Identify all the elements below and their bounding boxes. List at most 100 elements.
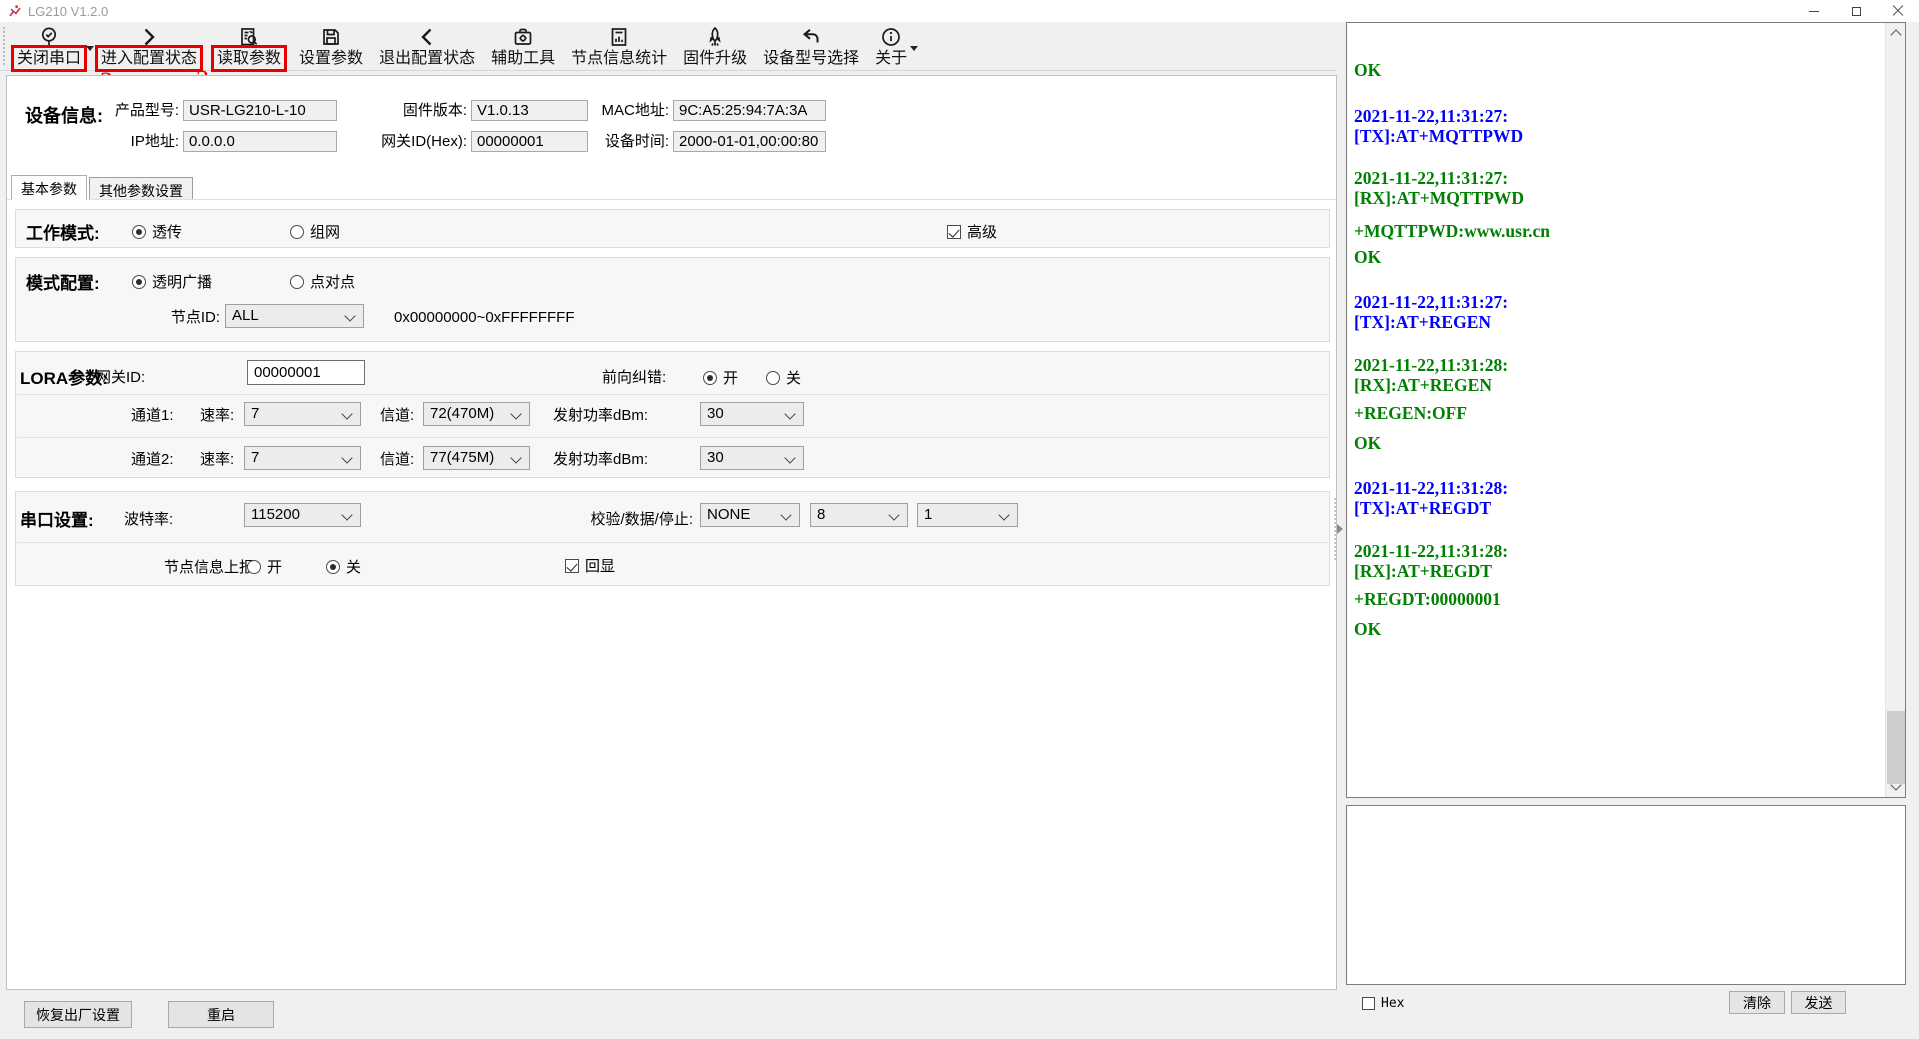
- toolbar-grip[interactable]: [3, 27, 6, 65]
- radio-circle-icon: [766, 371, 780, 385]
- radio-transparent[interactable]: 透传: [132, 221, 182, 242]
- log-scrollbar[interactable]: [1885, 23, 1905, 797]
- toolbar-button-chevron-right[interactable]: 进入配置状态: [91, 22, 207, 69]
- maximize-icon: [1852, 7, 1861, 16]
- toolbar-button-chevron-left[interactable]: 退出配置状态: [371, 22, 483, 68]
- data-bits-select[interactable]: 8: [810, 503, 908, 527]
- channel2-label: 通道2:: [131, 450, 174, 470]
- info-icon: [880, 25, 902, 48]
- hex-checkbox[interactable]: Hex: [1362, 996, 1404, 1011]
- close-button[interactable]: [1877, 0, 1919, 22]
- fec-label: 前向纠错:: [602, 368, 666, 388]
- log-entry: 2021-11-22,11:31:27:[RX]:AT+MQTTPWD: [1354, 168, 1880, 208]
- toolbar-button-label: 设备型号选择: [763, 49, 859, 68]
- parity-data-stop-label: 校验/数据/停止:: [553, 510, 693, 530]
- save-icon: [320, 25, 342, 48]
- stop-bits-select[interactable]: 1: [917, 503, 1018, 527]
- log-line: 2021-11-22,11:31:27:: [1354, 292, 1880, 312]
- log-line: [RX]:AT+REGDT: [1354, 561, 1880, 581]
- echo-checkbox[interactable]: 回显: [565, 555, 615, 576]
- log-output[interactable]: OK2021-11-22,11:31:27:[TX]:AT+MQTTPWD202…: [1347, 23, 1884, 797]
- app-logo-icon: [8, 4, 22, 18]
- channel1-power-select[interactable]: 30: [700, 402, 804, 426]
- radio-circle-icon: [290, 225, 304, 239]
- tab-other-params[interactable]: 其他参数设置: [89, 177, 193, 200]
- serial-settings-group: 串口设置: 波特率: 115200 校验/数据/停止: NONE 8 1 节点信…: [15, 491, 1330, 586]
- channel2-power-select[interactable]: 30: [700, 446, 804, 470]
- toolbar-button-save[interactable]: 设置参数: [291, 22, 371, 68]
- radio-circle-icon: [132, 225, 146, 239]
- rocket-icon: [704, 25, 726, 48]
- channel1-rate-select[interactable]: 7: [244, 402, 361, 426]
- fec-off-label: 关: [786, 367, 801, 388]
- device-time-field[interactable]: 2000-01-01,00:00:80: [673, 131, 826, 152]
- baud-rate-select[interactable]: 115200: [244, 503, 361, 527]
- toolbar-button-rocket[interactable]: 固件升级: [675, 22, 755, 68]
- channel2-channel-select[interactable]: 77(475M): [423, 446, 530, 470]
- scroll-up-icon[interactable]: [1886, 23, 1906, 43]
- maximize-button[interactable]: [1835, 0, 1877, 22]
- factory-reset-button[interactable]: 恢复出厂设置: [24, 1001, 132, 1028]
- node-id-label: 节点ID:: [162, 308, 220, 328]
- chevron-left-icon: [416, 25, 438, 48]
- radio-transparent-label: 透传: [152, 221, 182, 242]
- toolbar-button-label: 关于: [875, 49, 907, 68]
- log-line: 2021-11-22,11:31:27:: [1354, 106, 1880, 126]
- clear-button[interactable]: 清除: [1729, 991, 1785, 1014]
- node-id-select[interactable]: ALL: [225, 304, 364, 328]
- lora-params-group: LORA参数: 网关ID: 00000001 前向纠错: 开 关 通道1: 速率…: [15, 351, 1330, 478]
- toolbar-button-doc-stats[interactable]: 节点信息统计: [563, 22, 675, 68]
- log-line: [TX]:AT+MQTTPWD: [1354, 126, 1880, 146]
- echo-label: 回显: [585, 555, 615, 576]
- toolbar-button-label: 退出配置状态: [379, 49, 475, 68]
- send-button[interactable]: 发送: [1791, 991, 1846, 1014]
- window-title: LG210 V1.2.0: [28, 4, 108, 19]
- log-entry: 2021-11-22,11:31:28:[RX]:AT+REGEN: [1354, 355, 1880, 395]
- channel2-rate-select[interactable]: 7: [244, 446, 361, 470]
- advanced-checkbox[interactable]: 高级: [947, 221, 997, 242]
- mode-config-group: 模式配置: 透明广播 点对点 节点ID: ALL 0x00000000~0xFF…: [15, 257, 1330, 342]
- radio-circle-icon: [247, 560, 261, 574]
- minimize-icon: [1809, 11, 1819, 12]
- parity-select[interactable]: NONE: [700, 503, 800, 527]
- product-model-field[interactable]: USR-LG210-L-10: [183, 100, 337, 121]
- minimize-button[interactable]: [1793, 0, 1835, 22]
- log-line: 2021-11-22,11:31:28:: [1354, 355, 1880, 375]
- toolbar-button-undo-arrow[interactable]: 设备型号选择: [755, 22, 867, 68]
- channel1-channel-select[interactable]: 72(470M): [423, 402, 530, 426]
- toolbar-button-toolbox[interactable]: 辅助工具: [483, 22, 563, 68]
- node-report-on-radio[interactable]: 开: [247, 556, 282, 577]
- toolbar-button-serial-pin-check[interactable]: 关闭串口: [7, 22, 91, 69]
- node-report-off-radio[interactable]: 关: [326, 556, 361, 577]
- panel-splitter[interactable]: [1334, 498, 1342, 560]
- dropdown-caret-icon[interactable]: [910, 46, 918, 51]
- radio-transparent-broadcast[interactable]: 透明广播: [132, 271, 212, 292]
- radio-networking[interactable]: 组网: [290, 221, 340, 242]
- ip-address-field[interactable]: 0.0.0.0: [183, 131, 337, 152]
- toolbar-button-info[interactable]: 关于: [867, 22, 915, 68]
- gateway-id-hex-label: 网关ID(Hex):: [347, 131, 467, 152]
- titlebar: LG210 V1.2.0: [0, 0, 1919, 22]
- reboot-button[interactable]: 重启: [168, 1001, 274, 1028]
- fec-on-radio[interactable]: 开: [703, 367, 738, 388]
- toolbar-button-doc-search[interactable]: 读取参数: [207, 22, 291, 69]
- radio-broadcast-label: 透明广播: [152, 271, 212, 292]
- channel1-power-label: 发射功率dBm:: [553, 406, 648, 426]
- radio-circle-icon: [290, 275, 304, 289]
- send-input[interactable]: [1346, 805, 1906, 985]
- node-report-off-label: 关: [346, 556, 361, 577]
- lora-gateway-id-input[interactable]: 00000001: [247, 360, 365, 385]
- radio-point-to-point[interactable]: 点对点: [290, 271, 355, 292]
- tab-basic-params[interactable]: 基本参数: [11, 175, 87, 200]
- fec-off-radio[interactable]: 关: [766, 367, 801, 388]
- log-line: OK: [1354, 433, 1880, 453]
- close-icon: [1892, 5, 1904, 17]
- log-line: 2021-11-22,11:31:28:: [1354, 478, 1880, 498]
- mac-address-field[interactable]: 9C:A5:25:94:7A:3A: [673, 100, 826, 121]
- log-line: OK: [1354, 619, 1880, 639]
- channel2-power-label: 发射功率dBm:: [553, 450, 648, 470]
- tab-strip: 基本参数 其他参数设置: [11, 174, 193, 200]
- mode-config-label: 模式配置:: [26, 269, 100, 294]
- scrollbar-thumb[interactable]: [1887, 711, 1905, 784]
- scroll-down-icon[interactable]: [1886, 777, 1906, 797]
